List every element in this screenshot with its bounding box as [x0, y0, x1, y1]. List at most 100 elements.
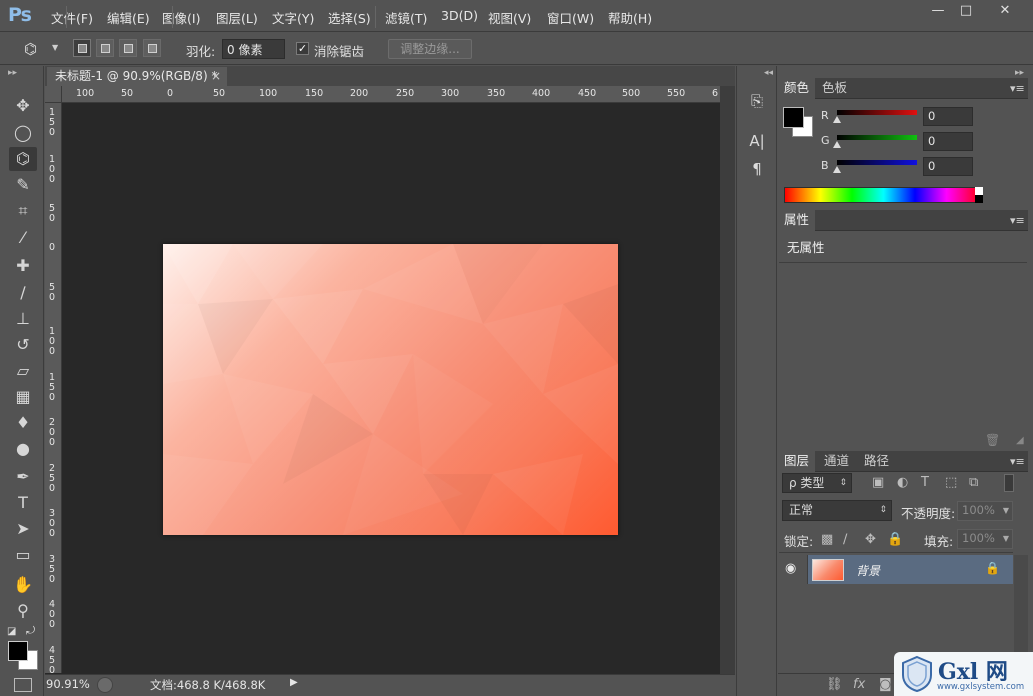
elliptical-marquee-tool[interactable]: ◯: [9, 121, 37, 145]
quick-mask-icon[interactable]: [14, 678, 32, 692]
tab-color[interactable]: 颜色: [778, 78, 816, 99]
ruler-origin[interactable]: [45, 86, 62, 103]
collapse-toolbar-icon[interactable]: ▸▸: [8, 68, 17, 78]
collapse-panels-icon[interactable]: ▸▸: [1015, 68, 1024, 78]
rectangle-tool[interactable]: ▭: [9, 543, 37, 567]
tab-layers[interactable]: 图层: [778, 451, 816, 472]
menu-layer[interactable]: 图层(L): [216, 8, 258, 27]
fill-input[interactable]: 100% ▼: [957, 529, 1013, 549]
paragraph-panel-icon[interactable]: ¶: [748, 160, 766, 180]
filter-adjustment-icon[interactable]: ◐: [897, 475, 908, 490]
lock-image-icon[interactable]: ∕: [843, 532, 847, 547]
path-selection-tool[interactable]: ➤: [9, 517, 37, 541]
tab-swatches[interactable]: 色板: [816, 78, 853, 99]
new-selection-button[interactable]: [73, 39, 91, 57]
opacity-input[interactable]: 100% ▼: [957, 501, 1013, 521]
close-button[interactable]: ✕: [985, 0, 1025, 22]
layer-style-icon[interactable]: fx: [853, 677, 865, 692]
resize-grip-icon[interactable]: ◢: [1016, 435, 1024, 446]
zoom-level[interactable]: 90.91%: [46, 677, 90, 693]
default-colors-icon[interactable]: ◪: [7, 626, 16, 637]
filter-toggle[interactable]: [1004, 474, 1014, 492]
foreground-color-swatch[interactable]: [8, 641, 28, 661]
intersect-selection-button[interactable]: [143, 39, 161, 57]
properties-panel-menu-icon[interactable]: ▾≡: [1010, 214, 1025, 227]
polygonal-lasso-tool[interactable]: ⌬: [9, 147, 37, 171]
channel-slider[interactable]: [837, 160, 917, 165]
lock-all-icon[interactable]: 🔒: [887, 532, 903, 547]
add-mask-icon[interactable]: ◙: [879, 677, 892, 692]
blur-tool[interactable]: ♦: [9, 411, 37, 435]
menu-file[interactable]: 文件(F): [51, 8, 93, 27]
history-panel-icon[interactable]: ⎘: [748, 92, 766, 112]
document-canvas[interactable]: [163, 244, 618, 535]
link-layers-icon[interactable]: ⛓: [826, 677, 843, 692]
color-panel-menu-icon[interactable]: ▾≡: [1010, 82, 1025, 95]
channel-slider[interactable]: [837, 110, 917, 115]
slider-thumb[interactable]: [833, 116, 841, 123]
menu-help[interactable]: 帮助(H): [608, 8, 652, 27]
character-panel-icon[interactable]: A|: [748, 132, 766, 152]
filter-smart-object-icon[interactable]: ⧉: [969, 475, 978, 490]
swap-colors-icon[interactable]: ⤾: [26, 624, 35, 638]
color-spectrum-bar[interactable]: [784, 187, 983, 203]
eyedropper-tool[interactable]: ⁄: [9, 226, 37, 250]
zoom-tool[interactable]: ⚲: [9, 599, 37, 623]
hand-tool[interactable]: ✋: [9, 573, 37, 597]
menu-edit[interactable]: 编辑(E): [107, 8, 150, 27]
layer-thumbnail[interactable]: [812, 559, 844, 581]
channel-value-input[interactable]: 0: [923, 157, 973, 176]
layer-name[interactable]: 背景: [856, 562, 880, 579]
add-to-selection-button[interactable]: [96, 39, 114, 57]
menu-type[interactable]: 文字(Y): [272, 8, 314, 27]
slider-thumb[interactable]: [833, 166, 841, 173]
lock-transparent-icon[interactable]: ▩: [821, 532, 833, 547]
brush-tool[interactable]: ∕: [9, 281, 37, 305]
menu-image[interactable]: 图像(I): [162, 8, 200, 27]
close-tab-icon[interactable]: ×: [211, 67, 221, 86]
document-tab[interactable]: 未标题-1 @ 90.9%(RGB/8) * ×: [47, 67, 227, 87]
menu-view[interactable]: 视图(V): [488, 8, 531, 27]
subtract-selection-button[interactable]: [119, 39, 137, 57]
status-menu-arrow-icon[interactable]: ▶: [290, 677, 298, 688]
tab-paths[interactable]: 路径: [858, 451, 895, 472]
tab-channels[interactable]: 通道: [818, 451, 855, 472]
channel-value-input[interactable]: 0: [923, 107, 973, 126]
slider-thumb[interactable]: [833, 141, 841, 148]
status-info-icon[interactable]: [97, 677, 113, 693]
foreground-color-chip[interactable]: [783, 107, 804, 128]
maximize-button[interactable]: □: [950, 0, 982, 22]
filter-pixel-icon[interactable]: ▣: [872, 475, 884, 490]
history-brush-tool[interactable]: ↺: [9, 333, 37, 357]
crop-tool[interactable]: ⌗: [9, 199, 37, 223]
channel-value-input[interactable]: 0: [923, 132, 973, 151]
preset-dropdown-icon[interactable]: ▼: [52, 43, 58, 52]
channel-slider[interactable]: [837, 135, 917, 140]
filter-shape-icon[interactable]: ⬚: [945, 475, 957, 490]
menu-filter[interactable]: 滤镜(T): [385, 8, 427, 27]
blend-mode-select[interactable]: 正常 ⇕: [782, 500, 892, 521]
menu-window[interactable]: 窗口(W): [547, 8, 594, 27]
vertical-scrollbar[interactable]: [720, 86, 735, 674]
lock-position-icon[interactable]: ✥: [865, 532, 876, 547]
clone-stamp-tool[interactable]: ⊥: [9, 307, 37, 331]
feather-input[interactable]: 0 像素: [222, 39, 285, 59]
polygonal-lasso-preset-icon[interactable]: ⌬: [24, 40, 37, 58]
menu-select[interactable]: 选择(S): [328, 8, 371, 27]
pen-tool[interactable]: ✒: [9, 465, 37, 489]
gradient-tool[interactable]: ▦: [9, 385, 37, 409]
antialias-checkbox[interactable]: ✓: [296, 42, 309, 55]
tab-properties[interactable]: 属性: [778, 210, 816, 231]
eraser-tool[interactable]: ▱: [9, 359, 37, 383]
refine-edge-button[interactable]: 调整边缘...: [388, 39, 472, 59]
type-tool[interactable]: T: [9, 491, 37, 515]
spot-healing-tool[interactable]: ✚: [9, 254, 37, 278]
menu-3d[interactable]: 3D(D): [441, 8, 478, 23]
black-white-ramp[interactable]: [975, 187, 983, 203]
quick-selection-tool[interactable]: ✎: [9, 173, 37, 197]
dodge-tool[interactable]: ●: [9, 437, 37, 461]
filter-type-icon[interactable]: T: [921, 475, 929, 490]
move-tool[interactable]: ✥: [9, 94, 37, 118]
visibility-eye-icon[interactable]: ◉: [785, 561, 796, 576]
layer-filter-select[interactable]: ρ 类型 ⇕: [782, 473, 852, 493]
